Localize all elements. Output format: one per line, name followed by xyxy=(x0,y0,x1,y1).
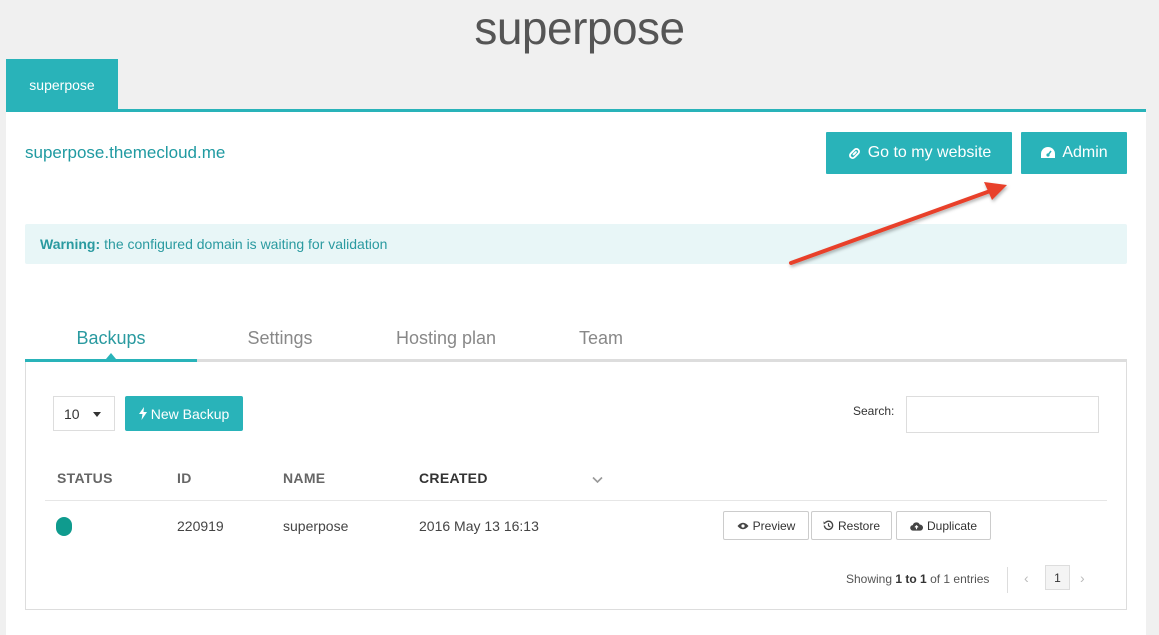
new-backup-label: New Backup xyxy=(150,405,230,422)
table-info: Showing 1 to 1 of 1 entries xyxy=(846,572,989,586)
page-length-select[interactable]: 10 xyxy=(53,396,115,431)
alert-label: Warning: xyxy=(40,236,101,252)
tab-settings[interactable]: Settings xyxy=(197,317,363,359)
domain-link[interactable]: superpose.themecloud.me xyxy=(25,143,225,163)
cell-created: 2016 May 13 16:13 xyxy=(419,518,539,534)
chevron-left-icon[interactable]: ‹ xyxy=(1024,570,1029,586)
sort-descending-icon[interactable] xyxy=(592,476,603,484)
backups-table-panel: 10 New Backup Search: STATUS ID NAME CRE… xyxy=(25,362,1127,610)
column-header-name[interactable]: NAME xyxy=(283,470,325,486)
eye-icon xyxy=(737,522,749,529)
status-indicator xyxy=(56,517,72,536)
tab-team[interactable]: Team xyxy=(529,317,673,359)
annotation-arrow-icon xyxy=(789,182,1007,265)
chevron-right-icon[interactable]: › xyxy=(1080,570,1085,586)
column-header-created[interactable]: CREATED xyxy=(419,470,488,486)
table-header-divider xyxy=(45,500,1107,501)
page-length-value: 10 xyxy=(64,405,80,422)
info-prefix: Showing xyxy=(846,572,893,586)
admin-button[interactable]: Admin xyxy=(1021,132,1127,174)
info-suffix: of 1 entries xyxy=(930,572,990,586)
active-tab-caret xyxy=(106,353,116,359)
preview-label: Preview xyxy=(752,518,796,533)
section-tabs: Backups Settings Hosting plan Team xyxy=(25,317,1127,362)
cloud-upload-icon xyxy=(910,521,923,531)
column-header-id[interactable]: ID xyxy=(177,470,192,486)
brand-title: superpose xyxy=(474,2,685,54)
restore-button[interactable]: Restore xyxy=(811,511,892,540)
go-to-website-label: Go to my website xyxy=(867,144,992,161)
info-range: 1 to 1 xyxy=(895,572,927,586)
duplicate-label: Duplicate xyxy=(926,518,978,533)
go-to-website-button[interactable]: Go to my website xyxy=(826,132,1012,174)
pagination-page[interactable]: 1 xyxy=(1045,565,1070,590)
caret-down-icon xyxy=(93,412,101,417)
duplicate-button[interactable]: Duplicate xyxy=(896,511,991,540)
new-backup-button[interactable]: New Backup xyxy=(125,396,243,431)
cell-name: superpose xyxy=(283,518,349,534)
link-icon xyxy=(848,147,860,159)
tab-hosting-plan[interactable]: Hosting plan xyxy=(363,317,529,359)
preview-button[interactable]: Preview xyxy=(723,511,809,540)
search-input[interactable] xyxy=(906,396,1099,433)
site-tab[interactable]: superpose xyxy=(6,59,118,110)
admin-label: Admin xyxy=(1062,144,1108,161)
pager-divider xyxy=(1007,567,1008,593)
history-icon xyxy=(823,520,834,531)
restore-label: Restore xyxy=(837,518,881,533)
column-header-status[interactable]: STATUS xyxy=(57,470,113,486)
bolt-icon xyxy=(138,407,147,420)
alert-text: the configured domain is waiting for val… xyxy=(104,236,388,252)
cell-id: 220919 xyxy=(177,518,224,534)
dashboard-icon xyxy=(1041,147,1056,158)
search-label: Search: xyxy=(853,404,895,418)
